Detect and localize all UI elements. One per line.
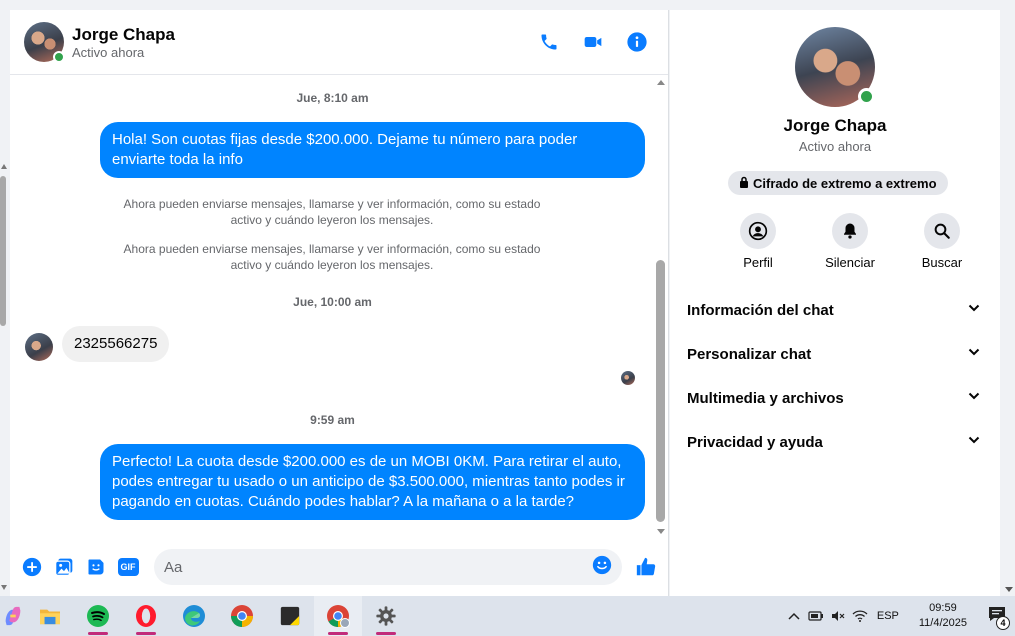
message-list[interactable]: Jue, 8:10 am Hola! Son cuotas fijas desd…: [10, 76, 655, 536]
chevron-down-icon: [967, 301, 981, 319]
outgoing-message[interactable]: Perfecto! La cuota desde $200.000 es de …: [100, 444, 645, 520]
encryption-badge[interactable]: Cifrado de extremo a extremo: [728, 171, 948, 195]
message-input-box[interactable]: [154, 549, 622, 585]
profile-name: Jorge Chapa: [783, 116, 887, 135]
active-indicator: [376, 632, 396, 635]
clock-date: 11/4/2025: [918, 617, 967, 629]
section-privacy-help[interactable]: Privacidad y ayuda: [678, 420, 990, 464]
file-explorer-icon[interactable]: [26, 596, 74, 636]
chevron-down-icon: [967, 433, 981, 451]
sticky-notes-icon[interactable]: [266, 596, 314, 636]
wifi-icon[interactable]: [849, 596, 871, 636]
search-label: Buscar: [921, 255, 963, 270]
emoji-icon[interactable]: [592, 555, 612, 580]
mute-label: Silenciar: [825, 255, 875, 270]
section-label: Privacidad y ayuda: [687, 433, 823, 451]
encryption-label: Cifrado de extremo a extremo: [753, 175, 937, 191]
info-icon[interactable]: [626, 31, 648, 53]
system-tray: ESP 09:59 11/4/2025 4: [783, 596, 1015, 636]
chat-info-panel: Jorge Chapa Activo ahora Cifrado de extr…: [670, 10, 1000, 596]
message-input[interactable]: [164, 558, 592, 576]
section-label: Multimedia y archivos: [687, 389, 844, 407]
contact-status: Activo ahora: [72, 44, 145, 60]
message-composer: GIF: [10, 538, 668, 596]
search-button[interactable]: Buscar: [914, 213, 970, 270]
chat-header: Jorge Chapa Activo ahora: [10, 10, 668, 75]
mute-button[interactable]: Silenciar: [822, 213, 878, 270]
chat-panel: Jorge Chapa Activo ahora Jue, 8:10 am Ho…: [10, 10, 669, 596]
phone-icon[interactable]: [538, 31, 560, 53]
scroll-down-arrow[interactable]: [1005, 587, 1013, 592]
right-scrollbar[interactable]: [1003, 10, 1015, 596]
section-customize-chat[interactable]: Personalizar chat: [678, 332, 990, 376]
copilot-icon[interactable]: [0, 596, 26, 636]
online-indicator: [858, 88, 875, 105]
settings-icon[interactable]: [362, 596, 410, 636]
chevron-down-icon: [967, 389, 981, 407]
chat-scrollbar[interactable]: [655, 76, 667, 536]
profile-button[interactable]: Perfil: [730, 213, 786, 270]
incoming-message[interactable]: 2325566275: [62, 326, 170, 362]
section-media-files[interactable]: Multimedia y archivos: [678, 376, 990, 420]
scroll-up-arrow[interactable]: [1, 164, 7, 169]
system-message: Ahora pueden enviarse mensajes, llamarse…: [123, 242, 541, 272]
messenger-window: Jorge Chapa Activo ahora Jue, 8:10 am Ho…: [0, 0, 1015, 636]
notification-count: 4: [996, 616, 1010, 630]
spotify-icon[interactable]: [74, 596, 122, 636]
bell-icon: [832, 213, 868, 249]
seen-indicator-avatar: [621, 371, 635, 385]
scroll-thumb[interactable]: [0, 176, 6, 326]
profile-status: Activo ahora: [798, 139, 872, 154]
notifications-button[interactable]: 4: [979, 596, 1015, 636]
opera-icon[interactable]: [122, 596, 170, 636]
section-label: Información del chat: [687, 301, 834, 319]
battery-icon[interactable]: [805, 596, 827, 636]
volume-muted-icon[interactable]: [827, 596, 849, 636]
scroll-up-arrow[interactable]: [657, 80, 665, 85]
scroll-down-arrow[interactable]: [657, 529, 665, 534]
profile-avatar[interactable]: [795, 27, 875, 107]
contact-name[interactable]: Jorge Chapa: [72, 25, 175, 45]
lock-icon: [739, 176, 749, 191]
profile-label: Perfil: [743, 255, 773, 270]
timestamp: Jue, 8:10 am: [296, 91, 369, 105]
profile-icon: [740, 213, 776, 249]
chrome-profile-icon[interactable]: [314, 596, 362, 636]
clock-time: 09:59: [929, 602, 957, 614]
system-message: Ahora pueden enviarse mensajes, llamarse…: [123, 197, 541, 227]
active-indicator: [136, 632, 156, 635]
timestamp: Jue, 10:00 am: [293, 295, 372, 309]
windows-taskbar: ESP 09:59 11/4/2025 4: [0, 596, 1015, 636]
section-chat-info[interactable]: Información del chat: [678, 288, 990, 332]
sender-avatar[interactable]: [25, 333, 53, 361]
outgoing-message[interactable]: Hola! Son cuotas fijas desde $200.000. D…: [100, 122, 645, 178]
edge-icon[interactable]: [170, 596, 218, 636]
clock[interactable]: 09:59 11/4/2025: [919, 601, 967, 631]
gif-icon[interactable]: GIF: [116, 555, 140, 579]
search-icon: [924, 213, 960, 249]
section-label: Personalizar chat: [687, 345, 812, 363]
image-icon[interactable]: [52, 555, 76, 579]
online-indicator: [53, 51, 65, 63]
sticker-icon[interactable]: [84, 555, 108, 579]
contact-avatar[interactable]: [24, 22, 65, 63]
scroll-down-arrow[interactable]: [1, 585, 7, 590]
video-icon[interactable]: [582, 31, 604, 53]
chrome-icon[interactable]: [218, 596, 266, 636]
info-sections: Información del chat Personalizar chat M…: [678, 288, 990, 464]
chevron-up-icon[interactable]: [783, 596, 805, 636]
language-indicator[interactable]: ESP: [877, 610, 899, 622]
page-scrollbar[interactable]: [0, 160, 8, 590]
active-indicator: [88, 632, 108, 635]
like-icon[interactable]: [634, 555, 658, 579]
active-indicator: [328, 632, 348, 635]
chevron-down-icon: [967, 345, 981, 363]
plus-icon[interactable]: [20, 555, 44, 579]
gif-label: GIF: [117, 558, 139, 576]
scroll-thumb[interactable]: [656, 260, 665, 522]
timestamp: 9:59 am: [310, 413, 355, 427]
